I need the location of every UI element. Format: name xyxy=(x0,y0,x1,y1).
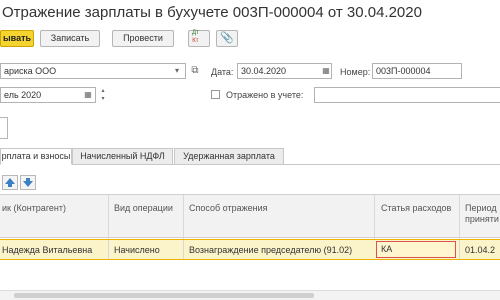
date-value: 30.04.2020 xyxy=(241,66,287,76)
cell-expense: КА xyxy=(381,244,393,254)
dt-kt-button[interactable]: Дт Кт xyxy=(188,30,210,47)
cell-operation: Начислено xyxy=(114,245,160,255)
calendar-icon[interactable]: ▦ xyxy=(320,63,332,79)
tab-accrued-ndfl[interactable]: Начисленный НДФЛ xyxy=(72,148,173,165)
tab-withheld-salary[interactable]: Удержанная зарплата xyxy=(174,148,284,165)
post-button[interactable]: Провести xyxy=(112,30,174,47)
arrow-down-icon xyxy=(23,178,33,187)
column-header-operation[interactable]: Вид операции xyxy=(114,203,173,214)
attach-file-button[interactable]: 📎 xyxy=(216,30,238,47)
move-down-button[interactable] xyxy=(20,175,36,190)
spinner-icon[interactable]: ▴ ▾ xyxy=(97,87,109,103)
number-field[interactable]: 003П-000004 xyxy=(372,63,462,79)
arrow-up-icon xyxy=(5,178,15,187)
post-and-close-button[interactable]: ывать xyxy=(0,30,34,47)
organization-field[interactable]: ариска ООО xyxy=(0,63,186,79)
calendar-icon[interactable]: ▦ xyxy=(82,87,94,103)
dt-kt-icon: Дт Кт xyxy=(192,30,199,44)
cell-employee: Надежда Витальевна xyxy=(2,245,93,255)
organization-value: ариска ООО xyxy=(4,66,57,76)
page-title: Отражение зарплаты в бухучете 003П-00000… xyxy=(2,4,422,21)
column-header-employee[interactable]: ик (Контрагент) xyxy=(2,203,66,214)
column-header-period-line2: приняти xyxy=(465,214,499,224)
column-header-period-line1: Период xyxy=(465,203,497,213)
column-divider xyxy=(108,240,109,259)
reflected-field[interactable] xyxy=(314,87,500,103)
number-value: 003П-000004 xyxy=(376,66,431,76)
period-value: ель 2020 xyxy=(4,90,42,100)
horizontal-scrollbar[interactable] xyxy=(0,290,500,300)
scrollbar-thumb[interactable] xyxy=(14,293,314,298)
column-divider xyxy=(183,195,184,239)
open-icon[interactable]: ⧉ xyxy=(188,63,202,79)
column-header-method[interactable]: Способ отражения xyxy=(189,203,267,214)
cell-period: 01.04.2 xyxy=(465,245,496,255)
date-field[interactable]: 30.04.2020 xyxy=(237,63,332,79)
date-label: Дата: xyxy=(211,67,234,77)
dropdown-arrow-icon[interactable]: ▾ xyxy=(171,63,183,79)
column-divider xyxy=(108,195,109,239)
column-header-expense[interactable]: Статья расходов xyxy=(381,203,451,214)
tab-salary-contributions[interactable]: рплата и взносы xyxy=(0,148,72,165)
move-up-button[interactable] xyxy=(2,175,18,190)
column-header-period[interactable]: Период приняти xyxy=(465,203,499,225)
column-divider xyxy=(374,195,375,239)
save-button[interactable]: Записать xyxy=(40,30,100,47)
table-header: ик (Контрагент) Вид операции Способ отра… xyxy=(0,194,500,239)
table-row[interactable]: Надежда Витальевна Начислено Вознагражде… xyxy=(0,239,500,260)
cell-method: Вознаграждение председателю (91.02) xyxy=(189,245,353,255)
paperclip-icon: 📎 xyxy=(220,32,234,44)
column-divider xyxy=(183,240,184,259)
side-button[interactable] xyxy=(0,117,8,139)
column-divider xyxy=(459,240,460,259)
reflected-checkbox[interactable] xyxy=(211,90,220,99)
cell-expense-editor[interactable]: КА xyxy=(376,241,456,258)
reflected-label: Отражено в учете: xyxy=(226,90,304,100)
number-label: Номер: xyxy=(340,67,371,77)
column-divider xyxy=(459,195,460,239)
